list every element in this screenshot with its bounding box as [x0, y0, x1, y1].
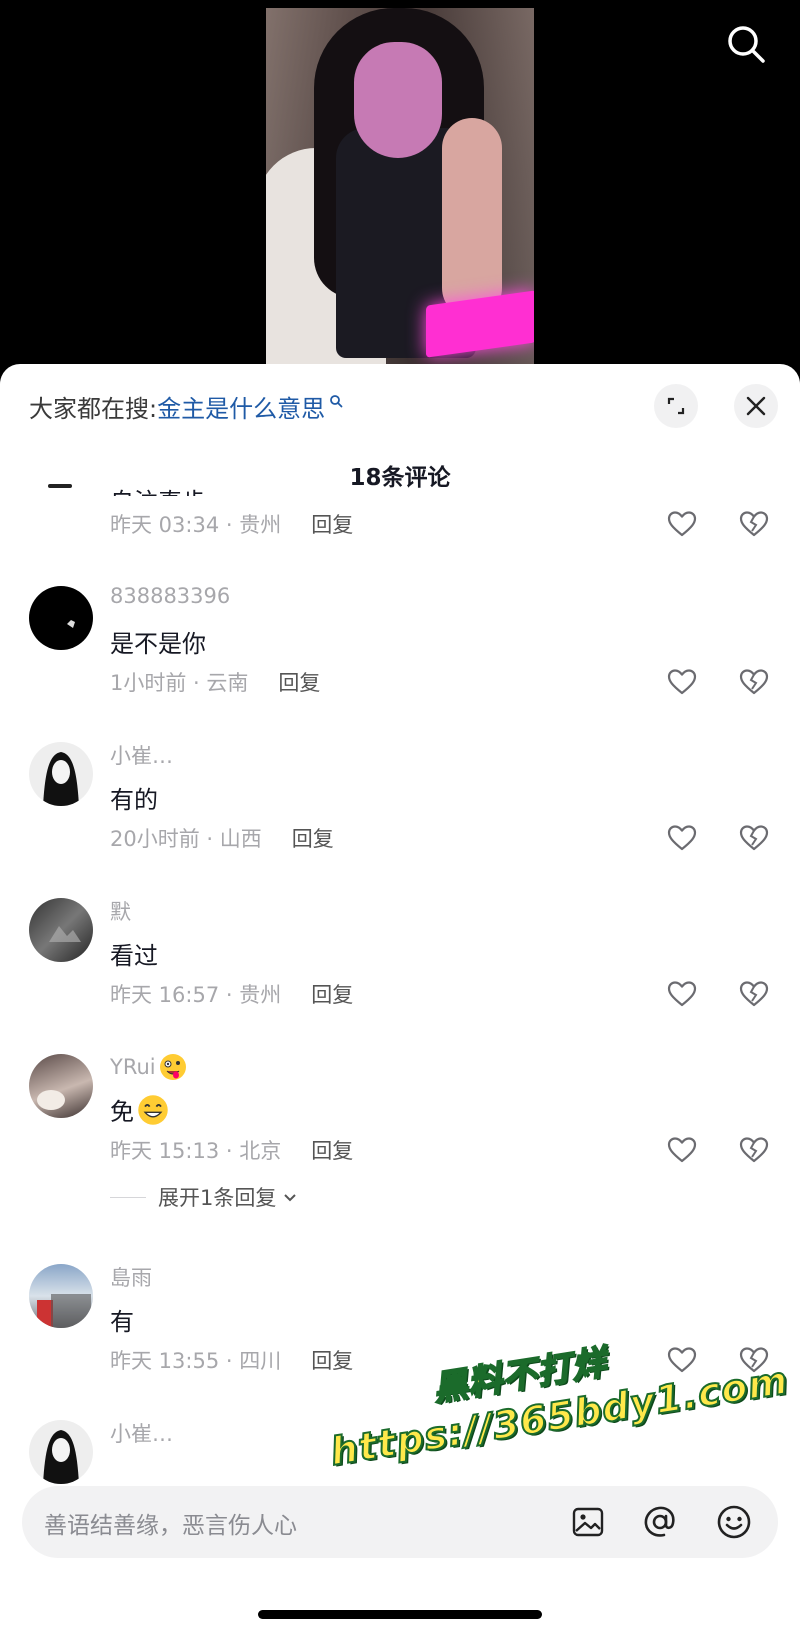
- comment-input-placeholder: 善语结善缘，恶言伤人心: [44, 1513, 297, 1539]
- comment-meta: 1小时前 · 云南 回复: [110, 666, 320, 698]
- like-icon[interactable]: [666, 1344, 698, 1376]
- comment-meta: 昨天 16:57 · 贵州 回复: [110, 978, 353, 1010]
- username[interactable]: 838883396: [110, 584, 230, 608]
- comment-input[interactable]: 善语结善缘，恶言伤人心: [22, 1486, 778, 1558]
- expand-replies-button[interactable]: 展开1条回复: [110, 1182, 298, 1212]
- dislike-icon[interactable]: [738, 822, 770, 854]
- like-icon[interactable]: [666, 1134, 698, 1166]
- username[interactable]: 小崔…: [110, 1418, 173, 1448]
- comment-text-content: 免: [110, 1098, 134, 1126]
- avatar[interactable]: [29, 586, 93, 650]
- comment-time-location: 昨天 13:55 · 四川: [110, 1349, 282, 1373]
- divider: [110, 1196, 146, 1198]
- dislike-icon[interactable]: [738, 666, 770, 698]
- comment-text: 是不是你: [110, 630, 206, 658]
- dislike-icon[interactable]: [738, 1134, 770, 1166]
- like-icon[interactable]: [666, 508, 698, 540]
- reply-button[interactable]: 回复: [311, 1345, 353, 1375]
- reply-button[interactable]: 回复: [311, 979, 353, 1009]
- close-button[interactable]: [734, 384, 778, 428]
- like-icon[interactable]: [666, 822, 698, 854]
- suggestion-link[interactable]: 金主是什么意思: [157, 389, 325, 424]
- avatar[interactable]: [29, 1264, 93, 1328]
- comment-meta: 20小时前 · 山西 回复: [110, 822, 334, 854]
- dislike-icon[interactable]: [738, 978, 770, 1010]
- username[interactable]: 島雨: [110, 1262, 152, 1292]
- like-icon[interactable]: [666, 666, 698, 698]
- comment-time-location: 20小时前 · 山西: [110, 827, 262, 851]
- comment-time-location: 昨天 16:57 · 贵州: [110, 983, 282, 1007]
- comment-time-location: 昨天 15:13 · 北京: [110, 1139, 282, 1163]
- comment-item: 小崔… 有的 20小时前 · 山西 回复: [0, 742, 800, 892]
- username[interactable]: 小崔…: [110, 740, 173, 770]
- comment-item: 838883396 是不是你 1小时前 · 云南 回复: [0, 584, 800, 736]
- comment-meta: 昨天 03:34 · 贵州 回复: [110, 508, 353, 540]
- zany-face-emoji-icon: [159, 1054, 186, 1080]
- video-thumbnail: [266, 8, 534, 372]
- chevron-down-icon: [284, 1194, 297, 1202]
- comment-text: 有的: [110, 786, 158, 814]
- comment-text: 有: [110, 1308, 134, 1336]
- username[interactable]: YRui: [110, 1052, 188, 1082]
- emoji-icon[interactable]: [716, 1504, 752, 1540]
- reply-button[interactable]: 回复: [311, 509, 353, 539]
- search-icon[interactable]: [724, 22, 768, 66]
- comment-time-location: 1小时前 · 云南: [110, 671, 249, 695]
- video-player[interactable]: [0, 0, 800, 372]
- avatar[interactable]: [29, 1054, 93, 1118]
- avatar[interactable]: [29, 742, 93, 806]
- comment-item: 默 看过 昨天 16:57 · 贵州 回复: [0, 898, 800, 1048]
- reply-button[interactable]: 回复: [292, 823, 334, 853]
- comment-list[interactable]: 自注真步 昨天 03:34 · 贵州 回复 838883396 是不是你 1小时…: [0, 482, 800, 1504]
- avatar[interactable]: [29, 1420, 93, 1484]
- comment-text: 自注真步: [110, 482, 206, 496]
- comment-text: 看过: [110, 942, 158, 970]
- reply-button[interactable]: 回复: [311, 1135, 353, 1165]
- username-text: YRui: [110, 1055, 156, 1079]
- home-indicator[interactable]: [258, 1610, 542, 1619]
- smiling-emoji-icon: [138, 1094, 168, 1125]
- avatar[interactable]: [29, 898, 93, 962]
- small-search-icon: [330, 395, 343, 408]
- comment-time-location: 昨天 03:34 · 贵州: [110, 513, 282, 537]
- dislike-icon[interactable]: [738, 508, 770, 540]
- at-mention-icon[interactable]: [642, 1504, 678, 1540]
- username[interactable]: 默: [110, 896, 131, 926]
- close-icon: [746, 396, 766, 416]
- expand-replies-label: 展开1条回复: [158, 1186, 277, 1210]
- image-icon[interactable]: [570, 1504, 606, 1540]
- expand-sheet-button[interactable]: [654, 384, 698, 428]
- expand-icon: [667, 397, 685, 415]
- comment-text: 免: [110, 1092, 170, 1127]
- avatar: [48, 484, 72, 488]
- comment-meta: 昨天 15:13 · 北京 回复: [110, 1134, 353, 1166]
- search-suggestion: 大家都在搜: 金主是什么意思: [29, 386, 343, 426]
- comment-meta: 昨天 13:55 · 四川 回复: [110, 1344, 353, 1376]
- suggestion-prefix: 大家都在搜:: [29, 394, 158, 423]
- like-icon[interactable]: [666, 978, 698, 1010]
- reply-button[interactable]: 回复: [278, 667, 320, 697]
